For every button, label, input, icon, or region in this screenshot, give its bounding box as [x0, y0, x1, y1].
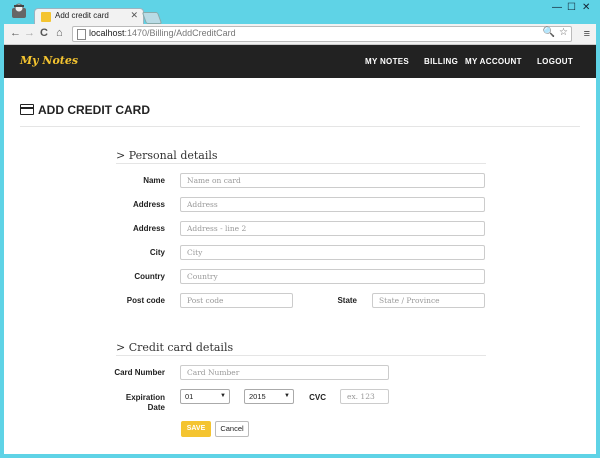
brand-logo[interactable]: My Notes: [20, 54, 78, 67]
address-input[interactable]: [180, 197, 485, 212]
tab-title: Add credit card: [55, 11, 109, 20]
site-navbar: My Notes MY NOTES BILLING MY ACCOUNT LOG…: [4, 45, 596, 78]
address-bar[interactable]: localhost:1470/Billing/AddCreditCard 🔍 ☆: [72, 26, 572, 42]
country-label: Country: [134, 272, 165, 281]
reload-icon[interactable]: C: [40, 27, 48, 39]
page-title: ADD CREDIT CARD: [20, 103, 150, 117]
state-input[interactable]: [372, 293, 485, 308]
browser-window: Add credit card ✕ — ☐ ✕ ← → C ⌂ localhos…: [4, 0, 596, 454]
back-icon[interactable]: ←: [10, 27, 21, 39]
postcode-label: Post code: [126, 296, 165, 305]
country-input[interactable]: [180, 269, 485, 284]
name-label: Name: [143, 176, 165, 185]
search-icon[interactable]: 🔍: [543, 27, 555, 38]
close-window-icon[interactable]: ✕: [582, 2, 590, 13]
save-button[interactable]: SAVE: [181, 421, 211, 437]
page-icon: [77, 29, 86, 40]
expiration-year-select[interactable]: 2015 ▼: [244, 389, 294, 404]
minimize-icon[interactable]: —: [552, 2, 562, 13]
personal-details-heading: > Personal details: [116, 149, 218, 162]
card-divider: [116, 355, 486, 356]
city-label: City: [149, 248, 165, 257]
forward-icon[interactable]: →: [24, 27, 35, 39]
chevron-down-icon: ▼: [220, 393, 226, 399]
browser-menu-icon[interactable]: ≡: [584, 28, 590, 40]
cvc-label: CVC: [309, 393, 326, 402]
favicon-icon: [41, 12, 51, 22]
browser-toolbar: ← → C ⌂ localhost:1470/Billing/AddCredit…: [4, 24, 596, 45]
expiration-label-line1: Expiration: [125, 393, 165, 402]
nav-billing[interactable]: BILLING: [424, 57, 458, 66]
postcode-input[interactable]: [180, 293, 293, 308]
name-input[interactable]: [180, 173, 485, 188]
title-divider: [20, 126, 580, 127]
expiration-label-line2: Date: [147, 403, 165, 412]
cvc-input[interactable]: [340, 389, 389, 404]
url-text: localhost:1470/Billing/AddCreditCard: [89, 28, 236, 38]
tab-close-icon[interactable]: ✕: [130, 10, 138, 21]
card-details-heading: > Credit card details: [116, 341, 234, 354]
expiration-month-select[interactable]: 01 ▼: [180, 389, 230, 404]
address2-label: Address: [132, 224, 165, 233]
maximize-icon[interactable]: ☐: [567, 2, 576, 13]
year-value: 2015: [249, 392, 266, 401]
browser-tab[interactable]: Add credit card ✕: [34, 8, 144, 25]
nav-logout[interactable]: LOGOUT: [537, 57, 573, 66]
card-number-input[interactable]: [180, 365, 389, 380]
city-input[interactable]: [180, 245, 485, 260]
bookmark-star-icon[interactable]: ☆: [559, 27, 568, 38]
title-bar: Add credit card ✕ — ☐ ✕: [4, 0, 596, 25]
chevron-down-icon: ▼: [284, 393, 290, 399]
home-icon[interactable]: ⌂: [56, 27, 63, 39]
month-value: 01: [185, 392, 194, 401]
cancel-button[interactable]: Cancel: [215, 421, 249, 437]
user-avatar-icon[interactable]: [10, 2, 28, 20]
personal-divider: [116, 163, 486, 164]
state-label: State: [337, 296, 357, 305]
nav-my-account[interactable]: MY ACCOUNT: [465, 57, 522, 66]
credit-card-icon: [20, 104, 34, 115]
card-number-label: Card Number: [114, 368, 165, 377]
new-tab-button[interactable]: [141, 12, 163, 24]
address-label: Address: [132, 200, 165, 209]
address2-input[interactable]: [180, 221, 485, 236]
web-page: My Notes MY NOTES BILLING MY ACCOUNT LOG…: [4, 45, 596, 454]
nav-my-notes[interactable]: MY NOTES: [365, 57, 409, 66]
